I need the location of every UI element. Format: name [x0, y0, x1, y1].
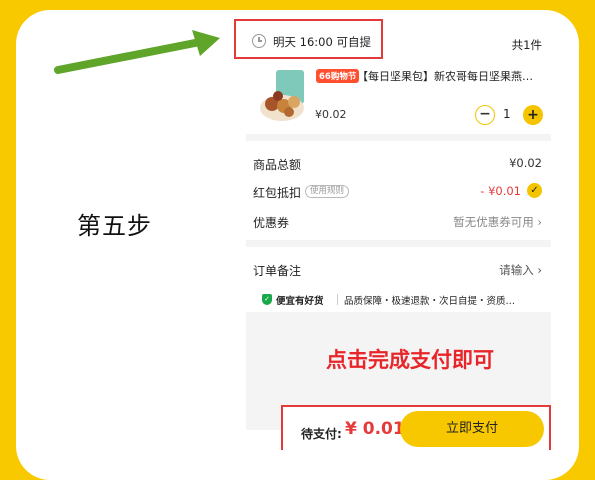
redpacket-label: 红包抵扣: [253, 186, 302, 200]
chevron-right-icon: ›: [537, 263, 542, 277]
item-count: 共1件: [511, 38, 542, 52]
quantity-value: 1: [503, 107, 511, 121]
remark-placeholder: 请输入: [499, 263, 534, 277]
shield-check-icon: ✓: [262, 294, 272, 305]
step-label: 第五步: [77, 212, 152, 240]
product-title[interactable]: 【每日坚果包】新农哥每日坚果燕…: [357, 68, 549, 84]
product-price: ¥0.02: [315, 108, 347, 121]
total-label: 商品总额: [253, 158, 302, 172]
remark-input[interactable]: 请输入 ›: [499, 262, 542, 278]
section-divider: [246, 134, 551, 141]
coupon-label: 优惠券: [253, 216, 290, 230]
pointer-arrow: [54, 30, 220, 74]
coupon-value[interactable]: 暂无优惠券可用 ›: [453, 214, 542, 230]
redpacket-rules-link[interactable]: 使用规则: [305, 185, 350, 198]
guarantee-title: 便宜有好货: [276, 296, 324, 307]
amount-due-value: ¥ 0.01: [345, 419, 405, 439]
instruction-annotation: 点击完成支付即可: [326, 348, 494, 372]
order-panel: 共1件 66购物节 【每日坚果包】新农哥每日坚果燕… ¥0.02 − 1 + 商…: [246, 20, 551, 460]
remark-label: 订单备注: [253, 264, 302, 278]
pay-now-button[interactable]: 立即支付: [400, 411, 544, 447]
quantity-increase-button[interactable]: +: [523, 105, 543, 125]
redpacket-check-icon[interactable]: ✓: [527, 183, 542, 198]
pickup-time: 明天 16:00 可自提: [273, 35, 371, 49]
chevron-right-icon: ›: [537, 215, 542, 229]
payment-bar: 待支付: ¥ 0.01 立即支付: [281, 405, 551, 450]
total-value: ¥0.02: [509, 156, 542, 170]
guarantee-items: 品质保障・极速退款・次日自提・资质…: [344, 296, 516, 307]
pickup-time-box: 明天 16:00 可自提: [234, 19, 383, 59]
guarantee-separator: [337, 294, 338, 305]
clock-icon: [252, 34, 266, 48]
amount-due-label: 待支付:: [301, 427, 342, 441]
guarantee-bar[interactable]: ✓ 便宜有好货 品质保障・极速退款・次日自提・资质…: [246, 288, 551, 312]
redpacket-value: - ¥0.01: [480, 184, 521, 198]
product-image: [260, 70, 304, 121]
quantity-decrease-button[interactable]: −: [475, 105, 495, 125]
promo-badge: 66购物节: [316, 69, 360, 83]
coupon-value-text: 暂无优惠券可用: [453, 215, 534, 229]
section-divider: [246, 240, 551, 247]
